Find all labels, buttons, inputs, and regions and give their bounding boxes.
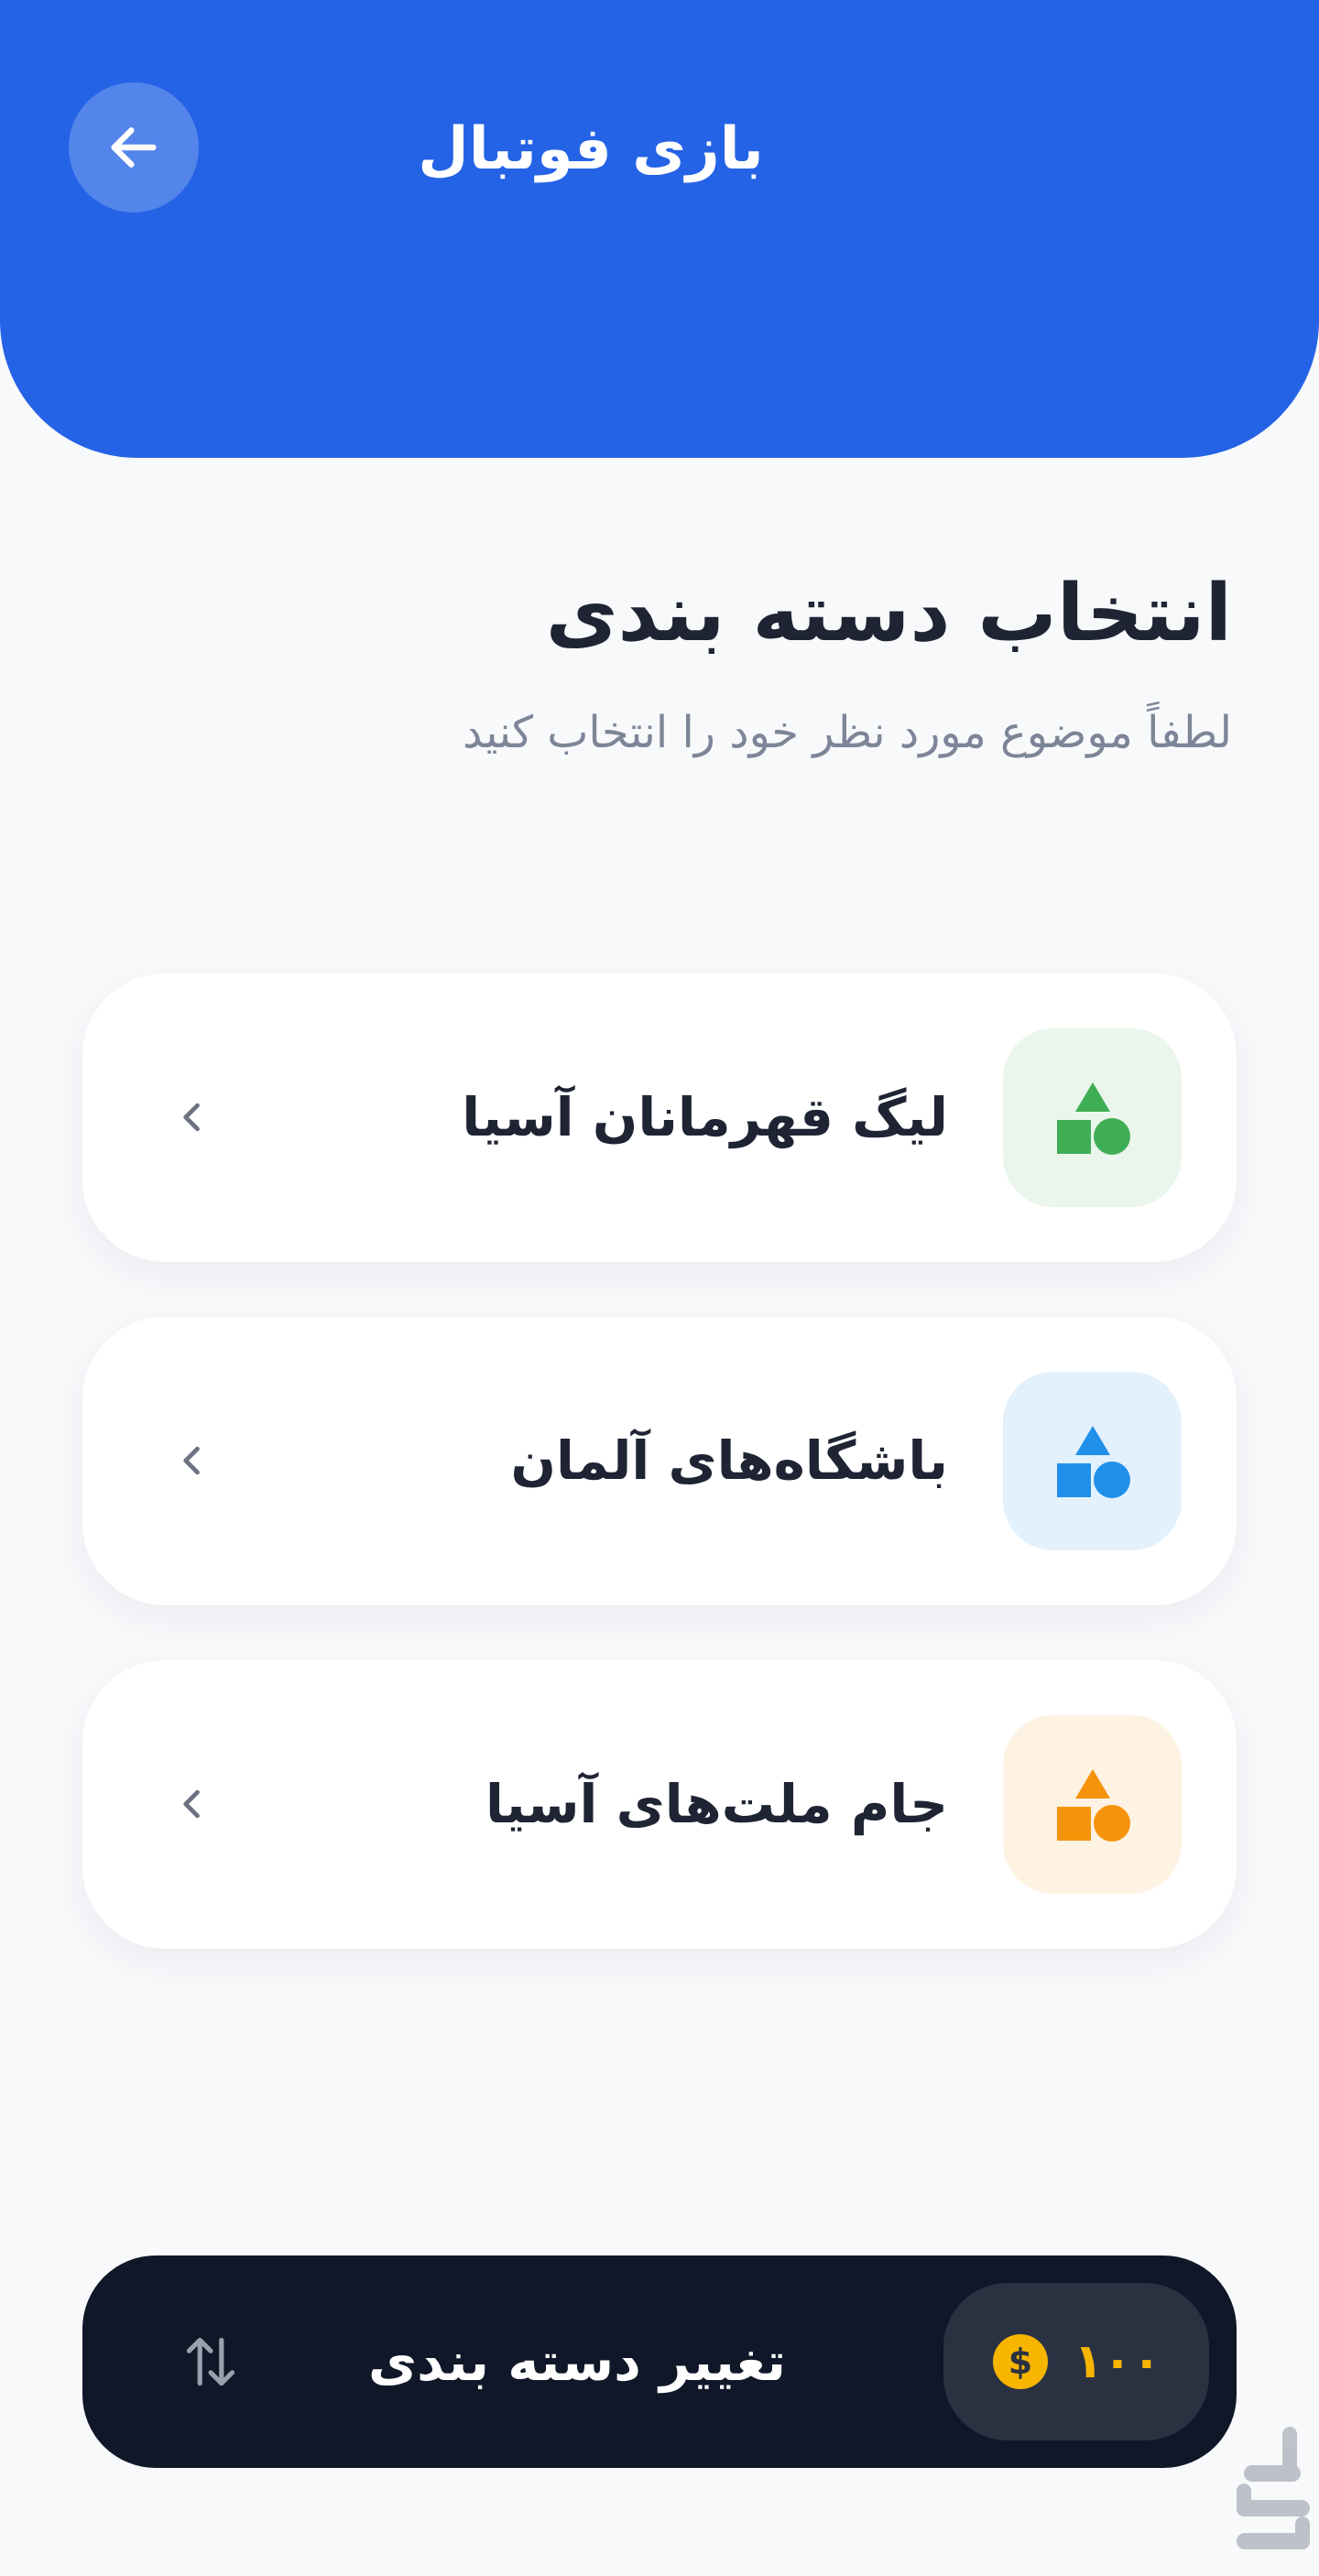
- category-label: جام ملت‌های آسیا: [485, 1773, 948, 1835]
- page-title: بازی فوتبال: [418, 115, 764, 183]
- coin-balance: ۱۰۰ $: [943, 2283, 1209, 2440]
- category-icon-box: [1003, 1715, 1182, 1894]
- shapes-icon: [1056, 1768, 1130, 1842]
- change-category-button[interactable]: ۱۰۰ $ تغییر دسته بندی: [82, 2255, 1237, 2468]
- section-subtitle: لطفاً موضوع مورد نظر خود را انتخاب کنید: [462, 707, 1232, 758]
- shapes-icon: [1056, 1081, 1130, 1155]
- shapes-icon: [1056, 1425, 1130, 1498]
- category-icon-box: [1003, 1372, 1182, 1550]
- category-label: باشگاه‌های آلمان: [510, 1429, 948, 1492]
- category-card-german-clubs[interactable]: باشگاه‌های آلمان: [82, 1317, 1237, 1605]
- category-card-asian-champions-league[interactable]: لیگ قهرمانان آسیا: [82, 973, 1237, 1262]
- chevron-left-icon: [156, 1081, 229, 1154]
- header: بازی فوتبال: [0, 0, 1319, 458]
- coin-count: ۱۰۰: [1074, 2334, 1161, 2389]
- swap-vertical-icon: [174, 2325, 247, 2398]
- change-category-label: تغییر دسته بندی: [367, 2331, 787, 2393]
- category-icon-box: [1003, 1028, 1182, 1207]
- section-title: انتخاب دسته بندی: [545, 568, 1232, 659]
- category-card-asian-cup[interactable]: جام ملت‌های آسیا: [82, 1660, 1237, 1949]
- category-label: لیگ قهرمانان آسیا: [462, 1086, 948, 1148]
- svg-text:$: $: [1008, 2342, 1032, 2382]
- dollar-coin-icon: $: [993, 2334, 1049, 2389]
- chevron-left-icon: [156, 1767, 229, 1841]
- store-watermark-logo: [1218, 2418, 1319, 2572]
- chevron-left-icon: [156, 1424, 229, 1497]
